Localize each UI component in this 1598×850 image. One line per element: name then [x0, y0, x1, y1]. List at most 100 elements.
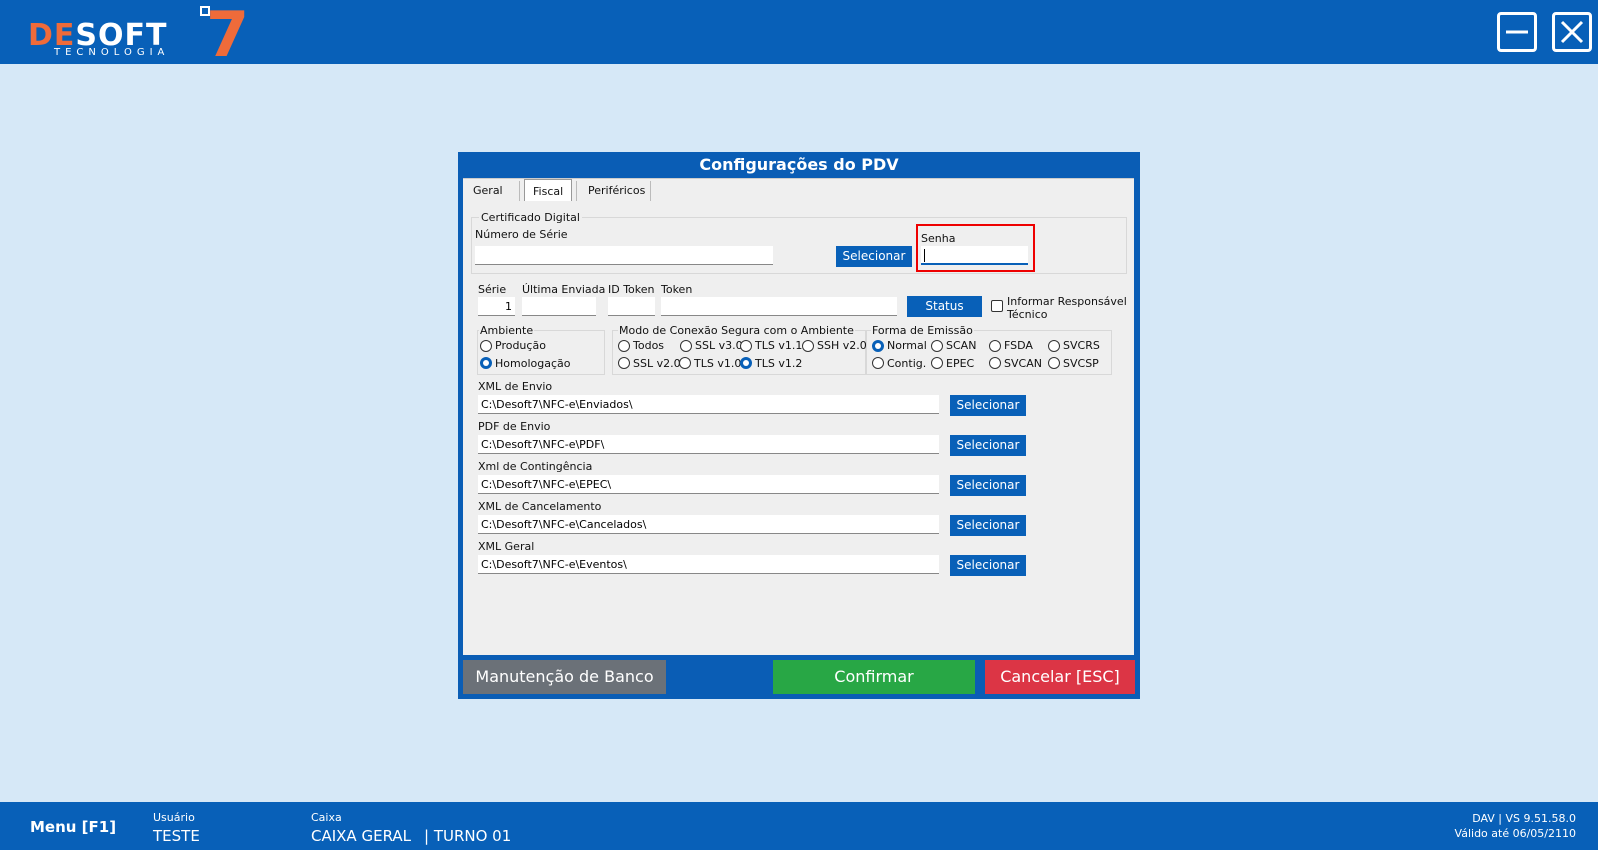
config-dialog: Configurações do PDV Geral Fiscal Perifé… — [458, 152, 1140, 699]
radio-svcan[interactable] — [989, 357, 1001, 369]
token-label: Token — [661, 283, 693, 296]
certificado-selecionar-button[interactable]: Selecionar — [836, 246, 912, 267]
xml-contingencia-selecionar-button[interactable]: Selecionar — [950, 475, 1026, 496]
caixa-label: Caixa — [311, 811, 342, 824]
xml-geral-selecionar-button[interactable]: Selecionar — [950, 555, 1026, 576]
dialog-body: Geral Fiscal Periféricos Certificado Dig… — [463, 178, 1134, 655]
svcan-label: SVCAN — [1004, 357, 1042, 370]
informar-responsavel-checkbox[interactable] — [991, 300, 1003, 312]
version-text: DAV | VS 9.51.58.0 — [1472, 812, 1576, 825]
xml-contingencia-label: Xml de Contingência — [478, 460, 593, 473]
tab-bar: Geral Fiscal Periféricos — [463, 179, 1134, 203]
radio-todos[interactable] — [618, 340, 630, 352]
tab-separator — [576, 181, 577, 201]
informar-responsavel-label: Informar Responsável — [1007, 295, 1127, 308]
ambiente-label: Ambiente — [479, 324, 535, 337]
radio-contig[interactable] — [872, 357, 884, 369]
radio-normal[interactable] — [872, 340, 884, 352]
id-token-input[interactable] — [608, 297, 655, 316]
text-caret — [924, 249, 925, 262]
xml-cancelamento-selecionar-button[interactable]: Selecionar — [950, 515, 1026, 536]
radio-ssh-v2[interactable] — [802, 340, 814, 352]
radio-scan[interactable] — [931, 340, 943, 352]
fsda-label: FSDA — [1004, 339, 1033, 352]
tls-v12-label: TLS v1.2 — [755, 357, 803, 370]
senha-label: Senha — [921, 232, 956, 245]
xml-envio-selecionar-button[interactable]: Selecionar — [950, 395, 1026, 416]
id-token-label: ID Token — [608, 283, 655, 296]
xml-geral-input[interactable] — [478, 555, 939, 574]
radio-epec[interactable] — [931, 357, 943, 369]
status-button[interactable]: Status — [907, 296, 982, 317]
usuario-label: Usuário — [153, 811, 195, 824]
tab-separator — [650, 181, 651, 201]
caixa-value: CAIXA GERAL — [311, 827, 411, 845]
tab-geral[interactable]: Geral — [465, 182, 511, 202]
numero-serie-label: Número de Série — [475, 228, 568, 241]
epec-label: EPEC — [946, 357, 975, 370]
certificado-group-label: Certificado Digital — [479, 211, 582, 224]
xml-cancelamento-label: XML de Cancelamento — [478, 500, 602, 513]
radio-svcrs[interactable] — [1048, 340, 1060, 352]
pdf-envio-input[interactable] — [478, 435, 939, 454]
ultima-enviada-input[interactable] — [522, 297, 596, 316]
token-input[interactable] — [661, 297, 897, 316]
ssl-v2-label: SSL v2.0 — [633, 357, 681, 370]
status-bar: Menu [F1] Usuário TESTE Caixa CAIXA GERA… — [0, 802, 1598, 850]
contig-label: Contig. — [887, 357, 927, 370]
ssh-v2-label: SSH v2.0 — [817, 339, 867, 352]
senha-input[interactable] — [921, 246, 1028, 265]
scan-label: SCAN — [946, 339, 977, 352]
numero-serie-input[interactable] — [475, 246, 773, 265]
close-icon — [1560, 20, 1584, 44]
xml-contingencia-input[interactable] — [478, 475, 939, 494]
minimize-icon — [1506, 30, 1528, 34]
radio-ssl-v2[interactable] — [618, 357, 630, 369]
manutencao-banco-button[interactable]: Manutenção de Banco — [463, 660, 666, 694]
pdf-envio-selecionar-button[interactable]: Selecionar — [950, 435, 1026, 456]
radio-tls-v10[interactable] — [679, 357, 691, 369]
confirmar-button[interactable]: Confirmar — [773, 660, 975, 694]
cancelar-button[interactable]: Cancelar [ESC] — [985, 660, 1135, 694]
pdf-envio-label: PDF de Envio — [478, 420, 551, 433]
radio-svcsp[interactable] — [1048, 357, 1060, 369]
xml-envio-label: XML de Envio — [478, 380, 553, 393]
desoft7-logo: DESOFT 7 TECNOLOGIA — [28, 0, 268, 71]
ultima-enviada-label: Última Enviada — [522, 283, 606, 296]
logo-seven: 7 — [206, 0, 250, 71]
close-button[interactable] — [1552, 12, 1592, 52]
xml-geral-label: XML Geral — [478, 540, 535, 553]
xml-envio-input[interactable] — [478, 395, 939, 414]
todos-label: Todos — [633, 339, 665, 352]
radio-tls-v12[interactable] — [740, 357, 752, 369]
conexao-label: Modo de Conexão Segura com o Ambiente — [618, 324, 855, 337]
top-bar: DESOFT 7 TECNOLOGIA — [0, 0, 1598, 71]
xml-cancelamento-input[interactable] — [478, 515, 939, 534]
svcsp-label: SVCSP — [1063, 357, 1099, 370]
validade-text: Válido até 06/05/2110 — [1454, 827, 1576, 840]
tls-v10-label: TLS v1.0 — [694, 357, 742, 370]
minimize-button[interactable] — [1497, 12, 1537, 52]
radio-ssl-v3[interactable] — [680, 340, 692, 352]
svcrs-label: SVCRS — [1063, 339, 1100, 352]
tab-separator — [519, 181, 520, 201]
serie-input[interactable] — [478, 297, 515, 316]
ssl-v3-label: SSL v3.0 — [695, 339, 743, 352]
normal-label: Normal — [887, 339, 927, 352]
tab-fiscal[interactable]: Fiscal — [524, 179, 573, 201]
emissao-label: Forma de Emissão — [871, 324, 974, 337]
turno-value: | TURNO 01 — [424, 827, 512, 845]
producao-label: Produção — [495, 339, 546, 352]
informar-responsavel-label-2: Técnico — [1007, 308, 1048, 321]
logo-subtitle: TECNOLOGIA — [54, 47, 170, 58]
usuario-value: TESTE — [153, 827, 200, 845]
homologacao-label: Homologação — [495, 357, 571, 370]
dialog-title: Configurações do PDV — [699, 155, 899, 174]
radio-tls-v11[interactable] — [740, 340, 752, 352]
serie-label: Série — [478, 283, 507, 296]
radio-fsda[interactable] — [989, 340, 1001, 352]
menu-button[interactable]: Menu [F1] — [30, 818, 116, 836]
radio-homologacao[interactable] — [480, 357, 492, 369]
radio-producao[interactable] — [480, 340, 492, 352]
tab-perifericos[interactable]: Periféricos — [580, 182, 653, 202]
